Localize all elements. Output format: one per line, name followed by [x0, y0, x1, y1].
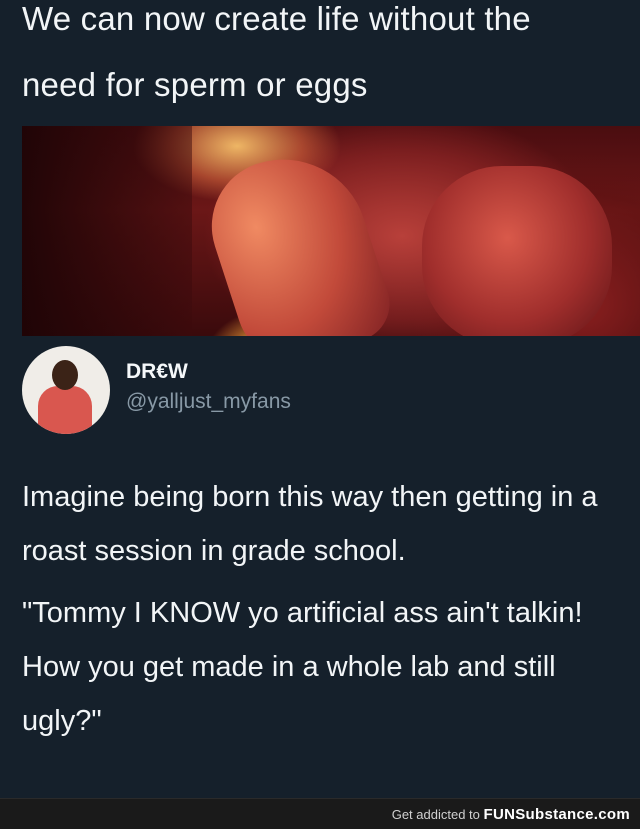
photo-limb-shape [194, 137, 400, 336]
tweet-author: DR€W @yalljust_myfans [22, 346, 622, 436]
embryo-photo [22, 126, 640, 336]
photo-shadow [22, 126, 192, 336]
footer-prefix: Get addicted to [391, 807, 480, 822]
footer-brand[interactable]: FUNSubstance.com [484, 806, 631, 823]
author-handle[interactable]: @yalljust_myfans [126, 390, 291, 414]
avatar-head [52, 360, 78, 390]
headline-line-2: need for sperm or eggs [22, 66, 368, 103]
watermark-footer: Get addicted to FUNSubstance.com [0, 798, 640, 829]
photo-body-shape [422, 166, 612, 336]
tweet-paragraph-1: Imagine being born this way then getting… [22, 481, 598, 567]
avatar-body [38, 386, 92, 434]
tweet-text: Imagine being born this way then getting… [22, 470, 637, 748]
avatar[interactable] [22, 346, 110, 434]
headline-line-1: We can now create life without the [22, 0, 531, 37]
post-headline: We can now create life without the need … [22, 0, 632, 118]
author-name[interactable]: DR€W [126, 360, 188, 384]
tweet-paragraph-2: "Tommy I KNOW yo artificial ass ain't ta… [22, 597, 583, 737]
